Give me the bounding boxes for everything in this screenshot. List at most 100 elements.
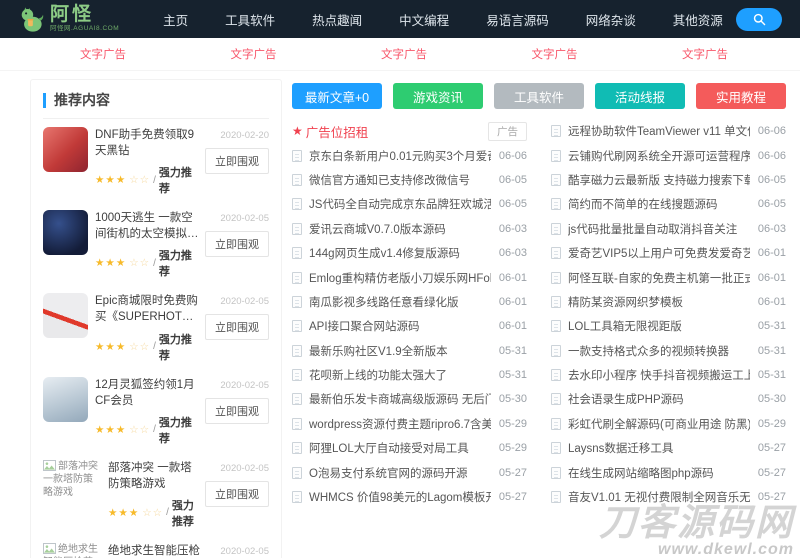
recommend-item: 绝地求生智能压枪芯片，稳定大号使用，永久免费绝地求生智能压枪芯片，稳定大号使用，… [43, 535, 269, 558]
filter-button[interactable]: 活动线报 [595, 83, 685, 109]
watch-now-button[interactable]: 立即围观 [205, 481, 269, 507]
article-title[interactable]: O泡易支付系统官网的源码开源 [309, 465, 491, 481]
nav-item[interactable]: 易语言源码 [486, 10, 549, 29]
article-title[interactable]: JS代码全自动完成京东品牌狂欢城活动任务 [309, 196, 491, 212]
recommend-title[interactable]: Epic商城限时免费购买《SUPERHOT》游戏 [95, 293, 202, 325]
article-title[interactable]: 精防某资源网织梦模板 [568, 294, 750, 310]
article-row: 彩虹代刷全解源码(可商业用途 防黑)05-29 [551, 412, 786, 436]
recommend-item-body: DNF助手免费领取9天黑钻★★★☆☆/强力推荐 [88, 127, 209, 196]
text-ad-link[interactable]: 文字广告 [381, 46, 427, 62]
thumbnail-space-game[interactable] [43, 210, 88, 255]
recommend-item-meta: 2020-02-20立即围观 [209, 127, 269, 196]
document-icon [292, 272, 302, 284]
nav-item[interactable]: 网络杂谈 [586, 10, 636, 29]
article-date: 06-06 [499, 150, 527, 162]
article-title[interactable]: 南瓜影视多线路任意看绿化版 [309, 294, 491, 310]
thumbnail-cf[interactable] [43, 377, 88, 422]
nav-item[interactable]: 其他资源 [673, 10, 723, 29]
article-title[interactable]: 爱奇艺VIP5以上用户可免费发爱奇艺VIP红包 [568, 245, 750, 261]
text-ad-link[interactable]: 文字广告 [682, 46, 728, 62]
article-title[interactable]: 彩虹代刷全解源码(可商业用途 防黑) [568, 416, 750, 432]
recommend-item: 1000天逃生 一款空间街机的太空模拟经营游戏★★★☆☆/强力推荐2020-02… [43, 202, 269, 285]
article-row: WHMCS 价值98美元的Lagom模板开源05-27 [292, 485, 527, 509]
article-title[interactable]: 远程协助软件TeamViewer v11 单文件版 [568, 123, 750, 139]
recommend-title[interactable]: 1000天逃生 一款空间街机的太空模拟经营游戏 [95, 210, 202, 242]
article-row: 云铺购代刷网系统全开源可运营程序搭建06-06 [551, 143, 786, 167]
star-filled-icons: ★★★ [95, 257, 126, 269]
thumbnail-dnf-posters[interactable] [43, 127, 88, 172]
search-button[interactable] [736, 8, 782, 31]
site-logo[interactable]: 阿怪 阿怪网.AGUAI8.COM [18, 5, 119, 33]
nav-item[interactable]: 中文编程 [399, 10, 449, 29]
recommend-title[interactable]: 部落冲突 一款塔防策略游戏 [108, 460, 202, 492]
article-title[interactable]: 最新伯乐发卡商城高级版源码 无后门 [309, 391, 491, 407]
article-title[interactable]: WHMCS 价值98美元的Lagom模板开源 [309, 489, 491, 505]
article-title[interactable]: 音友V1.01 无视付费限制全网音乐无损免费... [568, 489, 750, 505]
article-title[interactable]: js代码批量批量自动取消抖音关注 [568, 221, 750, 237]
article-title[interactable]: 去水印小程序 快手抖音视频搬运工上热门... [568, 367, 750, 383]
article-title[interactable]: 144g网页生成v1.4修复版源码 [309, 245, 491, 261]
text-ad-link[interactable]: 文字广告 [80, 46, 126, 62]
article-title[interactable]: 花呗新上线的功能太强大了 [309, 367, 491, 383]
article-title[interactable]: 一款支持格式众多的视频转换器 [568, 343, 750, 359]
article-row: JS代码全自动完成京东品牌狂欢城活动任务06-05 [292, 192, 527, 216]
site-title: 阿怪 [50, 5, 119, 24]
filter-button[interactable]: 工具软件 [494, 83, 584, 109]
article-date: 05-31 [499, 369, 527, 381]
recommend-title[interactable]: 绝地求生智能压枪芯片，稳定大号使用，永久免费 [108, 543, 202, 558]
article-row: 爱奇艺VIP5以上用户可免费发爱奇艺VIP红包06-01 [551, 241, 786, 265]
nav-item[interactable]: 热点趣闻 [312, 10, 362, 29]
article-title[interactable]: 京东白条新用户0.01元购买3个月爱奇艺黄... [309, 148, 491, 164]
article-row: 微信官方通知已支持修改微信号06-05 [292, 168, 527, 192]
article-title[interactable]: 最新乐购社区V1.9全新版本 [309, 343, 491, 359]
main-area: 推荐内容 DNF助手免费领取9天黑钻★★★☆☆/强力推荐2020-02-20立即… [0, 71, 800, 558]
document-icon [551, 125, 561, 137]
broken-thumbnail[interactable]: 绝地求生智能压枪芯片，稳定大号使用，永久免费 [43, 543, 101, 558]
article-title[interactable]: 简约而不简单的在线搜题源码 [568, 196, 750, 212]
watch-now-button[interactable]: 立即围观 [205, 314, 269, 340]
article-title[interactable]: 阿狸LOL大厅自动接受对局工具 [309, 440, 491, 456]
document-icon [292, 442, 302, 454]
recommend-title[interactable]: DNF助手免费领取9天黑钻 [95, 127, 202, 159]
article-title[interactable]: LOL工具箱无限视距版 [568, 318, 750, 334]
article-title[interactable]: wordpress资源付费主题ripro6.7含美化包... [309, 416, 491, 432]
article-row: 最新伯乐发卡商城高级版源码 无后门05-30 [292, 387, 527, 411]
star-filled-icons: ★★★ [108, 507, 139, 519]
nav-item[interactable]: 主页 [163, 10, 188, 29]
article-title[interactable]: 阿怪互联-自家的免费主机第一批正式开启 [568, 270, 750, 286]
article-title[interactable]: Laysns数据迁移工具 [568, 440, 750, 456]
article-date: 05-31 [758, 320, 786, 332]
article-row: Emlog重构精仿老版小刀娱乐网HFoldao模...06-01 [292, 265, 527, 289]
article-title[interactable]: 酷享磁力云最新版 支持磁力搜索下载和一... [568, 172, 750, 188]
article-title[interactable]: Emlog重构精仿老版小刀娱乐网HFoldao模... [309, 270, 491, 286]
broken-thumbnail[interactable]: 部落冲突 一款塔防策略游戏 [43, 460, 101, 508]
star-empty-icons: ☆☆ [142, 507, 163, 519]
article-date: 05-27 [758, 467, 786, 479]
article-title[interactable]: 社会语录生成PHP源码 [568, 391, 750, 407]
article-title[interactable]: 爱讯云商城V0.7.0版本源码 [309, 221, 491, 237]
text-ad-link[interactable]: 文字广告 [532, 46, 578, 62]
article-date: 06-05 [758, 198, 786, 210]
article-title[interactable]: 云铺购代刷网系统全开源可运营程序搭建 [568, 148, 750, 164]
article-title[interactable]: 在线生成网站缩略图php源码 [568, 465, 750, 481]
watch-now-button[interactable]: 立即围观 [205, 231, 269, 257]
document-icon [292, 247, 302, 259]
recommend-title[interactable]: 12月灵狐签约领1月CF会员 [95, 377, 202, 409]
nav-item[interactable]: 工具软件 [225, 10, 275, 29]
filter-button[interactable]: 实用教程 [696, 83, 786, 109]
article-title[interactable]: 微信官方通知已支持修改微信号 [309, 172, 491, 188]
article-title[interactable]: API接口聚合网站源码 [309, 318, 491, 334]
article-row: 京东白条新用户0.01元购买3个月爱奇艺黄... 06-06 [292, 143, 527, 167]
watch-now-button[interactable]: 立即围观 [205, 148, 269, 174]
ad-slot-link[interactable]: 广告位招租 [306, 122, 488, 141]
filter-button[interactable]: 游戏资讯 [393, 83, 483, 109]
thumbnail-superhot[interactable] [43, 293, 88, 338]
article-row: 精防某资源网织梦模板06-01 [551, 290, 786, 314]
recommend-item-body: 绝地求生智能压枪芯片，稳定大号使用，永久免费★★★☆☆/强力推荐 [101, 543, 209, 558]
document-icon [292, 418, 302, 430]
filter-button[interactable]: 最新文章+0 [292, 83, 382, 109]
article-date: 06-01 [499, 320, 527, 332]
text-ad-link[interactable]: 文字广告 [231, 46, 277, 62]
watch-now-button[interactable]: 立即围观 [205, 398, 269, 424]
article-row: 花呗新上线的功能太强大了 05-31 [292, 363, 527, 387]
